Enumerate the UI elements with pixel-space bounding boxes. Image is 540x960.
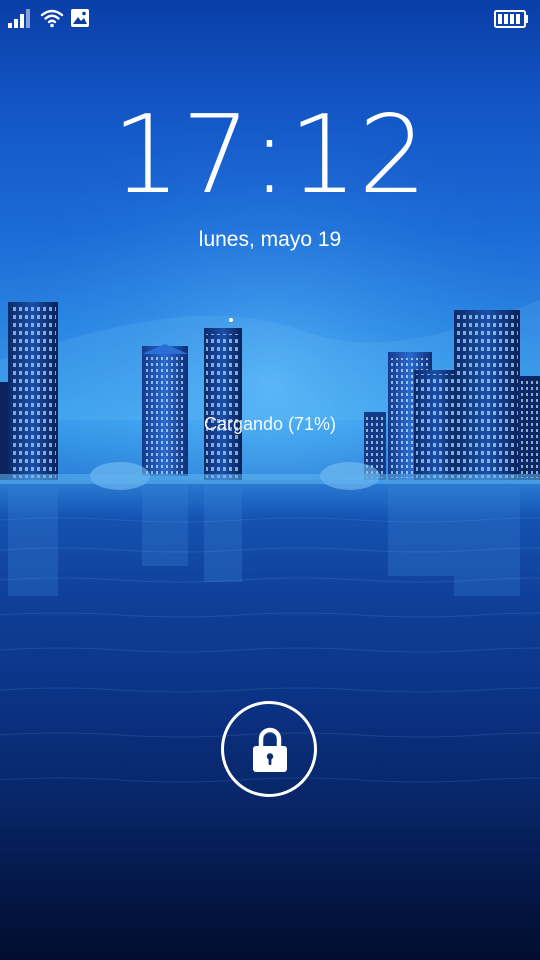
lock-icon — [253, 727, 287, 772]
signal-icon — [8, 9, 30, 28]
clock: 17:12 — [111, 93, 429, 218]
wifi-icon — [40, 9, 64, 28]
unlock-button[interactable] — [221, 701, 317, 797]
status-bar — [0, 0, 540, 36]
battery-icon — [494, 10, 528, 28]
date-label: lunes, mayo 19 — [198, 228, 342, 251]
city-skyline — [0, 302, 540, 596]
charging-status: Cargando (71%) — [203, 414, 337, 434]
gallery-icon — [71, 9, 89, 27]
lock-screen: 17:12 lunes, mayo 19 Cargando (71%) — [0, 0, 540, 960]
